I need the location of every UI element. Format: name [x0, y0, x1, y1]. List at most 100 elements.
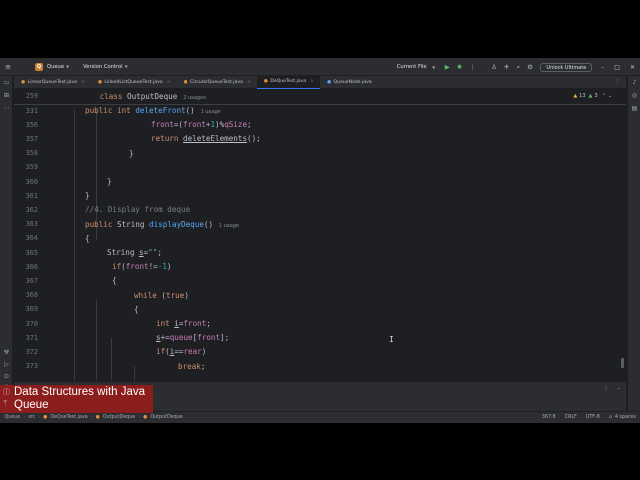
chevron-down-icon: ▼ — [432, 64, 436, 70]
code-line[interactable]: 365 String s=""; — [14, 246, 626, 260]
code-line[interactable]: 373 break; — [14, 359, 626, 373]
code-with-me-icon[interactable]: ✈ — [504, 63, 509, 71]
project-badge: Q — [35, 62, 43, 71]
line-number: 363 — [25, 220, 38, 229]
method-name: displayDeque — [149, 219, 204, 229]
minimize-icon[interactable]: – — [601, 64, 604, 71]
git-branch-icon: ᛘ — [3, 400, 8, 407]
breadcrumb-item[interactable]: DeQueTest.java — [50, 415, 87, 420]
video-caption: ⓘ ᛘ Data Structures with Java Queue — [0, 385, 153, 413]
breadcrumb-item[interactable]: OutputDeque — [103, 415, 135, 420]
java-file-icon: ● — [183, 79, 188, 85]
settings-gear-icon[interactable]: ⚙ — [527, 63, 533, 71]
code-line[interactable]: 372 if(i==rear) — [14, 345, 626, 359]
close-tab-icon[interactable]: × — [247, 80, 251, 85]
code-line[interactable]: 362 //4. Display from deque — [14, 203, 626, 217]
tab-deque-test[interactable]: ● DeQueTest.java × — [256, 75, 321, 89]
database-icon[interactable]: ◎ — [628, 89, 640, 102]
main-menu-icon[interactable]: ≡ — [3, 63, 13, 71]
code-line[interactable]: 357 return deleteElements(); — [14, 132, 626, 146]
more-tools-icon[interactable]: ⋯ — [0, 102, 13, 115]
code-line[interactable]: 368 while (true) — [14, 288, 626, 302]
close-icon[interactable]: ✕ — [630, 64, 635, 71]
search-icon[interactable]: ⌕ — [516, 63, 520, 72]
editor-scrollbar[interactable] — [621, 358, 624, 368]
tab-queue-node[interactable]: ● QueueNode.java — [320, 76, 378, 89]
code-line[interactable]: 361 } — [14, 189, 626, 203]
keyword: while — [134, 290, 157, 300]
more-options-icon[interactable]: ⋮ — [603, 385, 609, 392]
usage-hint[interactable]: 1 usage — [219, 223, 239, 229]
token: ; — [206, 319, 211, 329]
file-encoding[interactable]: UTF-8 — [586, 415, 600, 420]
debug-icon[interactable]: ✹ — [457, 63, 462, 71]
field: qSize — [224, 120, 248, 130]
code-line[interactable]: 363 public String displayDeque() 1 usage — [14, 217, 626, 231]
code-line[interactable]: 369 { — [14, 302, 626, 316]
chevron-right-icon: › — [38, 415, 41, 420]
tab-label: LinearQueueTest.java — [27, 79, 78, 85]
minimize-panel-icon[interactable]: – — [617, 385, 620, 392]
tab-linked-list-queue-test[interactable]: ● LinkedListQueueTest.java × — [91, 76, 177, 89]
breadcrumb-item[interactable]: OutputDeque — [150, 415, 182, 420]
close-tab-icon[interactable]: × — [81, 80, 85, 85]
panel-actions: ⋮ – — [597, 385, 620, 392]
tab-linear-queue-test[interactable]: ● LinearQueueTest.java × — [14, 76, 91, 89]
chevron-right-icon: › — [138, 415, 141, 420]
notifications-icon[interactable]: ♪ — [628, 76, 640, 89]
code-line[interactable]: 371 s+=queue[front]; — [14, 331, 626, 345]
gradle-icon[interactable]: ▤ — [628, 102, 640, 115]
line-number: 367 — [25, 276, 38, 285]
caret-position[interactable]: 367:8 — [542, 415, 556, 420]
code-line[interactable]: 370 int i=front; — [14, 317, 626, 331]
usage-hint[interactable]: 1 usage — [201, 109, 221, 115]
code-line[interactable]: 367 { — [14, 274, 626, 288]
more-tabs-icon[interactable]: ⋮ — [615, 79, 620, 85]
more-actions-icon[interactable]: ⋮ — [469, 63, 476, 71]
token: () — [185, 106, 195, 116]
breadcrumb-item[interactable]: src — [28, 415, 35, 420]
code-line[interactable]: 331 public int deleteFront() 1 usage — [14, 104, 626, 118]
tab-circular-queue-test[interactable]: ● CircularQueueTest.java × — [177, 76, 257, 89]
add-user-icon[interactable]: ♙ — [491, 63, 497, 71]
token: { — [112, 276, 117, 286]
line-number: 365 — [25, 248, 38, 257]
line-separator[interactable]: CRLF — [565, 415, 577, 420]
run-config-selector[interactable]: Current File — [397, 64, 427, 70]
token: ; — [157, 248, 162, 258]
line-number: 371 — [25, 333, 38, 342]
usage-hint[interactable]: 2 usages — [183, 95, 206, 101]
indent-setting[interactable]: 4 spaces — [615, 415, 636, 420]
breadcrumb-item[interactable]: Queue — [5, 415, 21, 420]
version-control-menu[interactable]: Version Control — [83, 64, 122, 70]
code-line[interactable]: 366 if(front!=-1) — [14, 260, 626, 274]
tab-label: QueueNode.java — [333, 79, 372, 85]
code-line[interactable]: 356 front=(front+1)%qSize; — [14, 118, 626, 132]
project-name[interactable]: Queue — [47, 64, 64, 70]
class-name: OutputDeque — [127, 91, 178, 101]
close-tab-icon[interactable]: × — [310, 79, 314, 84]
line-number: 358 — [25, 149, 38, 158]
code-line[interactable]: 364 { — [14, 231, 626, 245]
unlock-ultimate-button[interactable]: Unlock Ultimate — [540, 62, 593, 72]
title-bar: ≡ Q Queue ▼ Version Control ▼ Current Fi… — [0, 58, 640, 76]
tab-label: LinkedListQueueTest.java — [104, 79, 163, 85]
keyword: return — [151, 134, 179, 144]
java-file-icon: ● — [97, 79, 102, 85]
token: () — [203, 219, 214, 229]
close-tab-icon[interactable]: × — [167, 80, 171, 85]
structure-icon[interactable]: ⊞ — [0, 89, 13, 102]
code-line[interactable]: 359 — [14, 160, 626, 174]
project-folder-icon[interactable]: ▭ — [0, 76, 13, 89]
code-line[interactable]: 358 } — [14, 146, 626, 160]
run-icon[interactable]: ▶ — [445, 63, 450, 71]
line-number: 372 — [25, 347, 38, 356]
code-line[interactable]: 360 } — [14, 175, 626, 189]
field: front — [183, 319, 207, 329]
line-number: 331 — [25, 106, 38, 115]
chevron-right-icon: › — [90, 415, 93, 420]
sticky-line[interactable]: 259 class OutputDeque 2 usages — [14, 90, 626, 103]
keyword: class — [99, 91, 123, 101]
code-editor[interactable]: ▲ 13 ▲ 3 ⌃ ⌄ 259 class OutputDeque 2 usag… — [14, 90, 626, 413]
maximize-icon[interactable]: □ — [614, 64, 620, 71]
